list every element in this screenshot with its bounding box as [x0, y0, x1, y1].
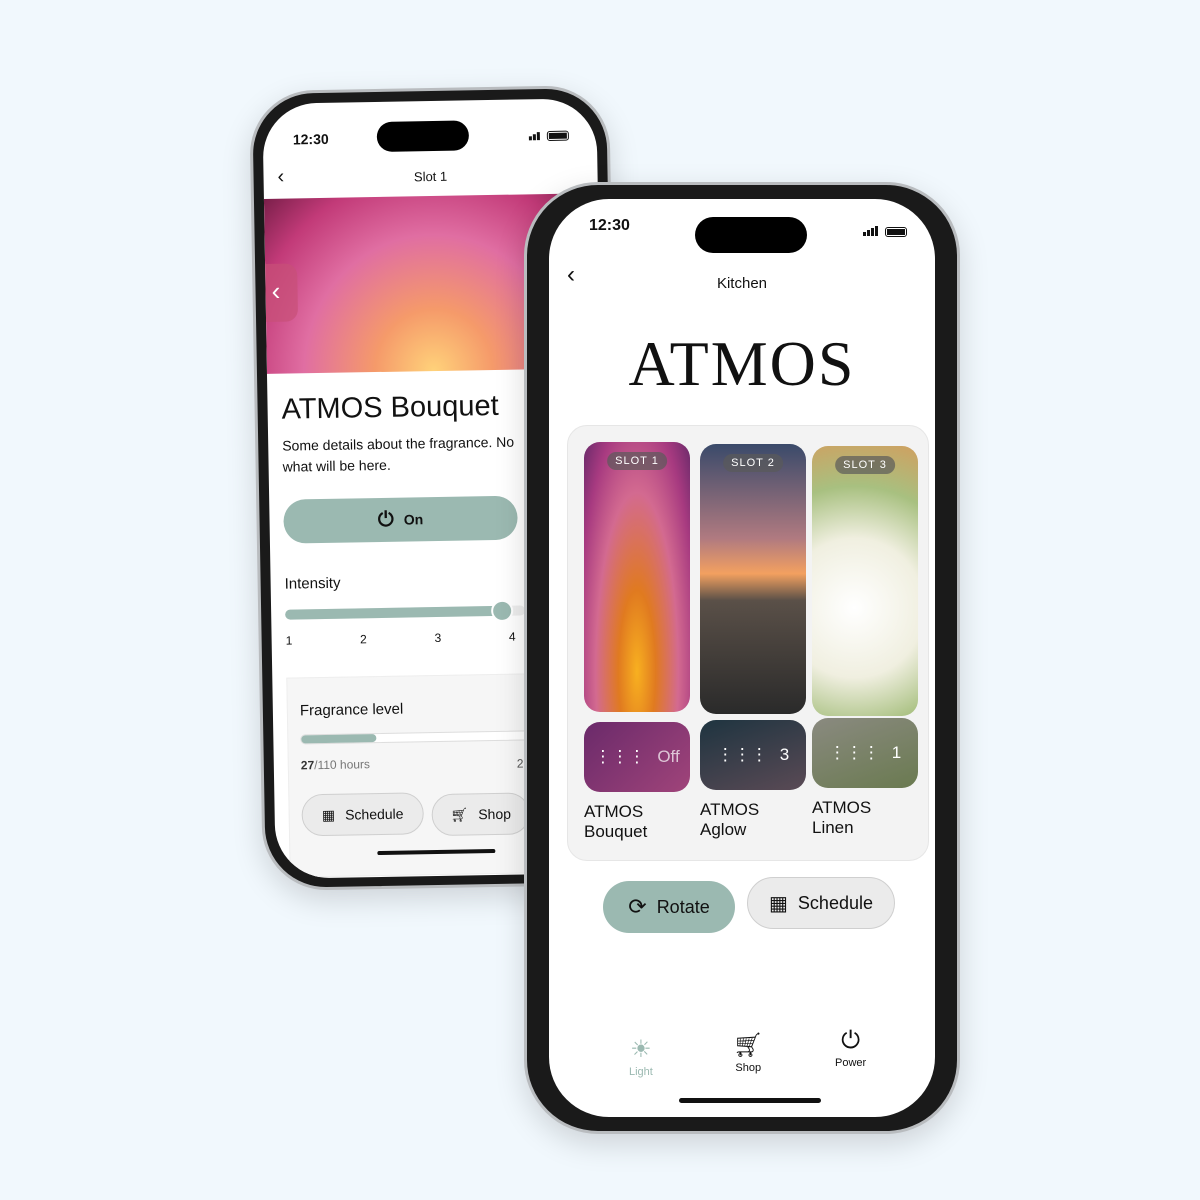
fragrance-level-label: Fragrance level — [299, 700, 404, 720]
home-indicator — [679, 1098, 821, 1103]
page-title: Kitchen — [716, 275, 768, 292]
slot-2-image[interactable]: SLOT 2 — [700, 444, 806, 714]
slot-1-control[interactable]: ⋮⋮⋮ Off — [584, 722, 690, 792]
schedule-button[interactable]: ▦ Schedule — [747, 877, 895, 929]
status-icons — [863, 223, 907, 241]
cart-icon: 🛒︎ — [733, 1032, 764, 1059]
slider-handle[interactable] — [490, 599, 514, 623]
slot-2-name: ATMOS Aglow — [700, 800, 760, 839]
slot-3-name: ATMOS Linen — [812, 798, 872, 837]
intensity-label: Intensity — [284, 574, 341, 593]
fragrance-hours: 27/110 hours — [300, 757, 371, 773]
rotate-icon: ⟳ — [628, 894, 647, 919]
slot-3-control[interactable]: ⋮⋮⋮ 1 — [812, 718, 918, 788]
front-phone: 12:30 ‹ Kitchen ATMOS SLOT 1 SLOT 2 SLOT… — [524, 182, 960, 1134]
power-icon: ⏻ — [841, 1027, 861, 1054]
page-title: Slot 1 — [413, 168, 448, 185]
atmos-logo: ATMOS — [628, 328, 856, 399]
dynamic-island — [695, 217, 807, 253]
schedule-button[interactable]: ▦ Schedule — [301, 792, 425, 837]
product-name: ATMOS Bouquet — [281, 389, 499, 426]
status-icons — [528, 127, 569, 146]
sun-icon: ☀ — [630, 1036, 652, 1063]
calendar-icon: ▦ — [321, 806, 336, 823]
power-icon: ⏻ — [377, 508, 394, 531]
slot-1-image[interactable]: SLOT 1 — [584, 442, 690, 712]
nav-shop[interactable]: 🛒︎ Shop — [733, 1031, 763, 1074]
diffuser-icon: ⋮⋮⋮ — [716, 745, 768, 764]
slots-panel: SLOT 1 SLOT 2 SLOT 3 ⋮⋮⋮ Off ⋮⋮⋮ 3 ⋮⋮⋮ 1 AT… — [567, 425, 929, 861]
status-time: 12:30 — [292, 130, 329, 148]
cart-icon: 🛒︎ — [450, 805, 469, 823]
room-screen: 12:30 ‹ Kitchen ATMOS SLOT 1 SLOT 2 SLOT… — [549, 199, 935, 1117]
slot-2-control[interactable]: ⋮⋮⋮ 3 — [700, 720, 806, 790]
shop-button[interactable]: 🛒︎ Shop — [431, 792, 531, 837]
nav-power[interactable]: ⏻ Power — [835, 1027, 866, 1069]
product-description: Some details about the fragrance. No what… — [282, 433, 515, 475]
power-toggle-button[interactable]: ⏻ On — [283, 495, 518, 544]
rotate-button[interactable]: ⟳ Rotate — [603, 881, 735, 933]
intensity-ticks: 1234 — [285, 629, 516, 648]
calendar-icon: ▦ — [769, 892, 788, 915]
diffuser-icon: ⋮⋮⋮ — [828, 743, 880, 762]
nav-light[interactable]: ☀ Light — [629, 1035, 653, 1078]
previous-image-button[interactable]: ‹ — [265, 263, 299, 322]
slot-1-name: ATMOS Bouquet — [584, 802, 648, 841]
diffuser-icon: ⋮⋮⋮ — [594, 747, 646, 766]
slot-3-image[interactable]: SLOT 3 — [812, 446, 918, 716]
status-time: 12:30 — [589, 217, 630, 234]
intensity-slider[interactable] — [285, 599, 526, 623]
dynamic-island — [376, 120, 470, 152]
